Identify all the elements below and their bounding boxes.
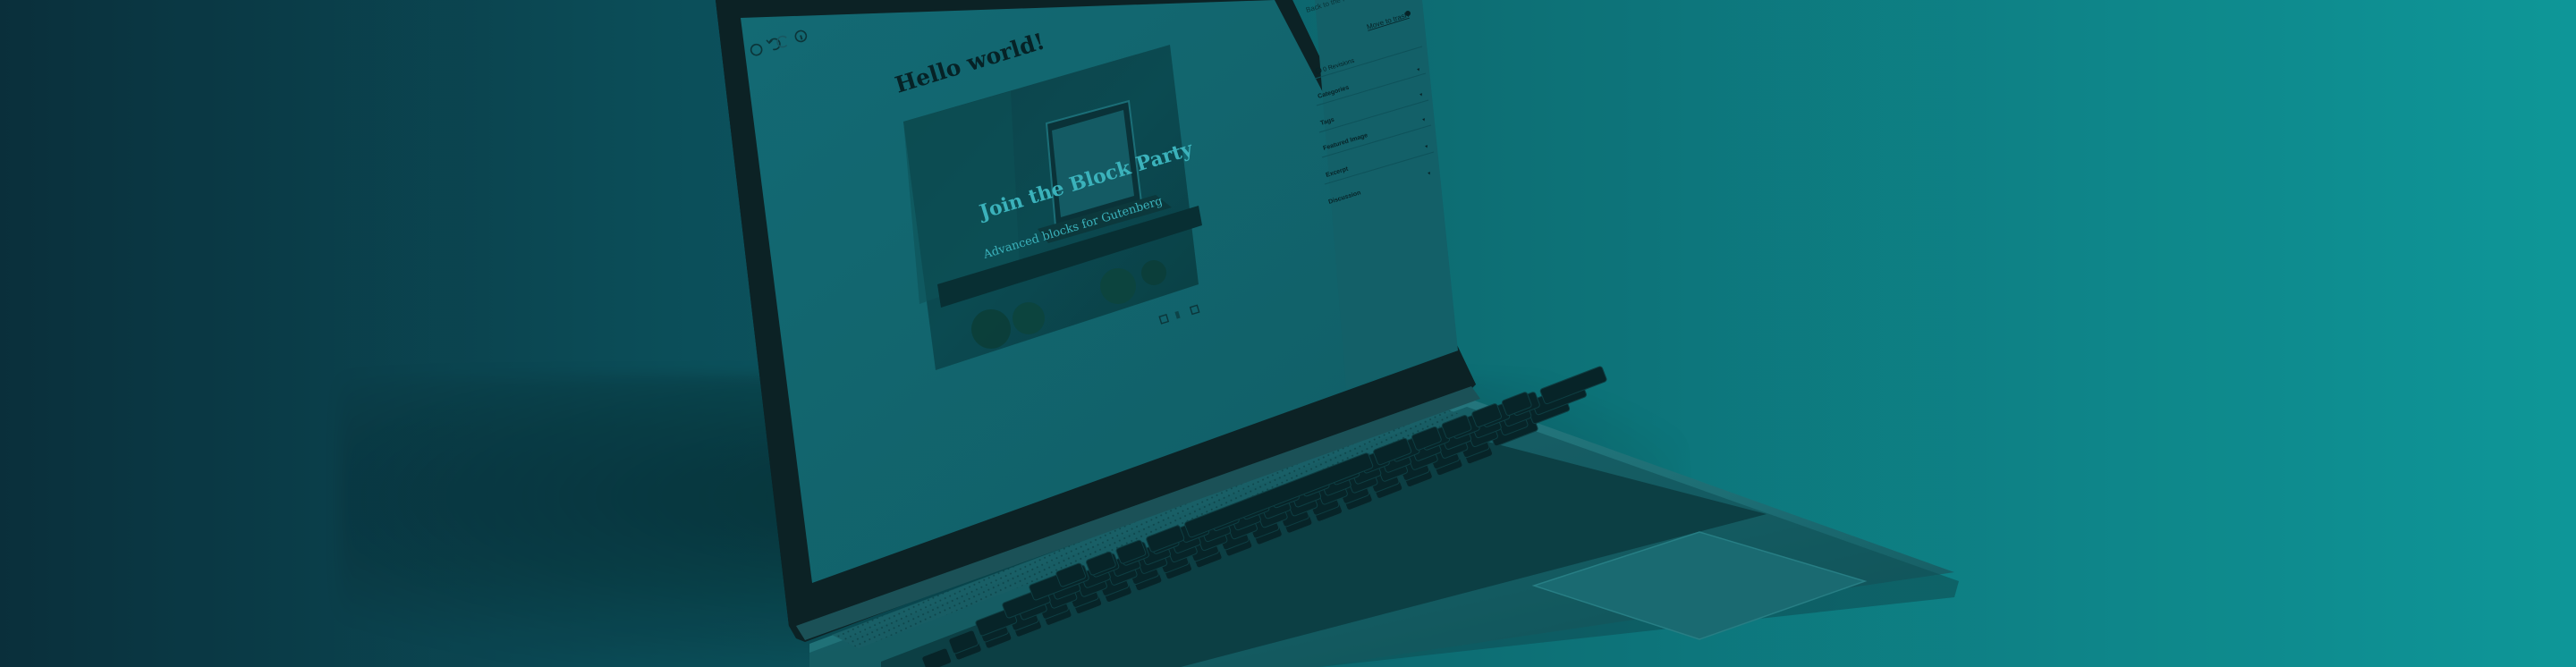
- align-icon[interactable]: [1158, 314, 1170, 325]
- cover-block[interactable]: Join the Block Party Advanced blocks for…: [903, 45, 1202, 370]
- editor-screen: Hello world! Join the Block Party Advanc…: [750, 0, 1458, 389]
- move-icon[interactable]: [1174, 310, 1181, 319]
- more-options-icon[interactable]: [1189, 304, 1200, 316]
- hero-scene: Hello world! Join the Block Party Advanc…: [0, 0, 2576, 667]
- sidebar-toggle-icon[interactable]: [1405, 11, 1411, 16]
- revisions-icon: [1315, 67, 1322, 74]
- undo-icon[interactable]: [766, 37, 781, 51]
- editor-toolbar: [750, 30, 808, 56]
- settings-sidebar: Back to the Post Move to trash 0 Revisio…: [1305, 0, 1458, 389]
- block-controls: [1158, 304, 1200, 325]
- redo-icon[interactable]: [776, 35, 789, 48]
- info-icon[interactable]: [794, 30, 808, 43]
- settings-icon[interactable]: [750, 43, 763, 56]
